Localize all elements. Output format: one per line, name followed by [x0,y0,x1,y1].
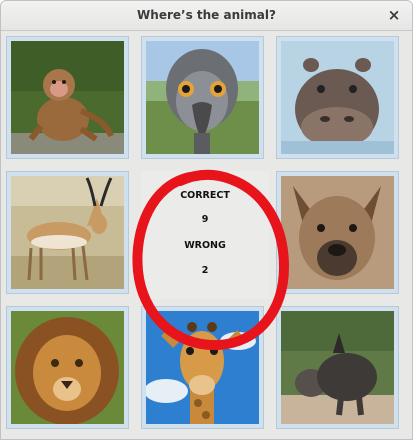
tile-emu[interactable] [141,36,264,159]
tile-giraffe[interactable] [141,306,264,429]
lion-icon [11,311,124,424]
correct-count: 9 [201,214,209,225]
giraffe-icon [146,311,259,424]
emu-icon [146,41,259,154]
gazelle-icon [11,176,124,289]
tile-lion[interactable] [6,306,129,429]
score-panel: CORRECT 9 WRONG 2 [141,171,269,299]
hyena-icon [281,176,394,289]
monkey-icon [11,41,124,154]
animal-grid: CORRECT 9 WRONG 2 [1,31,412,439]
rhino-icon [281,311,394,424]
title-bar: Where’s the animal? × [1,1,412,31]
tile-hyena[interactable] [276,171,399,294]
tile-gazelle[interactable] [6,171,129,294]
tile-hippo[interactable] [276,36,399,159]
hippo-icon [281,41,394,154]
close-icon[interactable]: × [386,6,402,24]
window-title: Where’s the animal? [137,8,276,22]
correct-label: CORRECT [180,190,230,201]
wrong-count: 2 [201,265,209,276]
wrong-label: WRONG [184,240,226,251]
tile-rhino[interactable] [276,306,399,429]
tile-monkey[interactable] [6,36,129,159]
game-window: Where’s the animal? × CORRECT 9 WRONG 2 [0,0,413,440]
